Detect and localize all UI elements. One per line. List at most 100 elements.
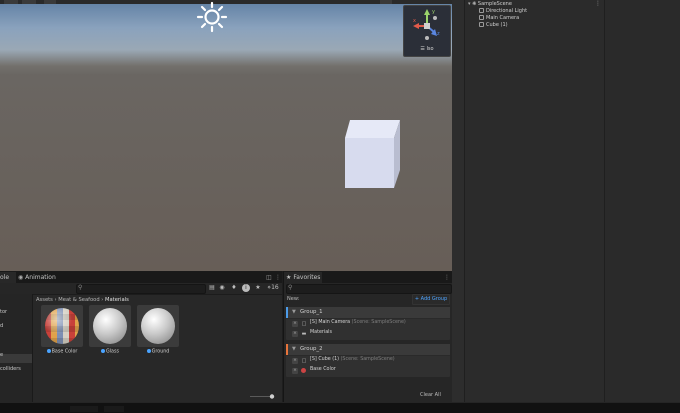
filter-label-icon[interactable]: ♦ [230, 284, 238, 292]
folder-icon: ▬ [301, 331, 307, 337]
kebab-menu-icon[interactable]: ⋮ [444, 272, 450, 283]
remove-icon[interactable]: × [292, 358, 298, 364]
gameobject-icon [479, 8, 484, 13]
scene-view[interactable]: x y z ☰ Iso [0, 0, 452, 271]
directional-light-sun-icon[interactable] [190, 0, 234, 38]
star-icon: ★ [286, 274, 292, 281]
axis-gizmo-icon[interactable]: x y z [410, 8, 444, 44]
breadcrumb-current[interactable]: Materials [105, 297, 129, 303]
hierarchy-panel: ▾ ❋ SampleScene Directional Light Main C… [465, 0, 605, 402]
hidden-packages-count[interactable]: ⋄16 [265, 284, 281, 292]
gameobject-icon: □ [301, 358, 307, 364]
remove-icon[interactable]: × [292, 331, 298, 337]
favorite-item[interactable]: × ▬ Materials [286, 329, 450, 339]
material-icon [301, 368, 306, 373]
folder-tree-item[interactable]: colliders [0, 365, 21, 374]
folder-tree-item[interactable]: e [0, 351, 3, 360]
sphere-icon [93, 308, 127, 344]
chevron-down-icon: ▼ [292, 346, 296, 352]
asset-tile-base-color[interactable]: Base Color [41, 305, 83, 363]
favorite-item[interactable]: × Base Color [286, 366, 450, 376]
chevron-down-icon: ▾ [468, 1, 471, 7]
hierarchy-menu-icon[interactable]: ⋮ [595, 0, 601, 7]
animation-icon: ◉ [18, 274, 24, 281]
favorites-group-2: ▼ Group_2 × □ [S] Cube (1) (Scene: Sampl… [286, 344, 450, 377]
status-bar-item [70, 406, 98, 412]
material-icon [146, 349, 151, 353]
inspector-area [604, 0, 680, 402]
group-color-bar [286, 307, 288, 318]
favorites-tab-bar: ★ Favorites ⋮ [284, 272, 453, 283]
kebab-menu-icon[interactable]: ⋮ [275, 272, 281, 283]
project-toolbar: ⚲ ▤ ◉ ♦ i ★ ⋄16 [0, 283, 282, 295]
add-group-button[interactable]: + Add Group [412, 294, 450, 305]
project-panel: ole ◉ Animation ◫ ⋮ ⚲ ▤ ◉ ♦ i ★ ⋄16 tor … [0, 271, 282, 403]
svg-text:x: x [413, 18, 416, 24]
gameobject-icon [479, 15, 484, 20]
cube-object[interactable] [340, 116, 404, 190]
breadcrumb: Assets › Meat & Seafood › Materials [36, 296, 129, 305]
hierarchy-scene-row[interactable]: ▾ ❋ SampleScene [468, 1, 512, 8]
thumbnail-size-slider[interactable] [250, 394, 276, 399]
asset-thumbnail [137, 305, 179, 347]
search-icon: ⚲ [78, 284, 83, 291]
folder-tree-selection [0, 354, 32, 363]
hierarchy-item[interactable]: Directional Light [479, 8, 527, 15]
svg-text:z: z [437, 31, 440, 37]
tab-animation-label: Animation [25, 274, 56, 281]
new-label: New: [287, 296, 300, 302]
asset-thumbnail [41, 305, 83, 347]
favorites-search-input[interactable]: ⚲ [286, 284, 452, 294]
tab-favorites[interactable]: ★ Favorites [284, 272, 322, 283]
group-title: Group_2 [300, 346, 323, 352]
search-icon: ⚲ [288, 284, 293, 291]
chevron-down-icon: ▼ [292, 309, 296, 315]
asset-label: Base Color [41, 349, 83, 355]
project-search-input[interactable]: ⚲ [76, 284, 206, 294]
status-bar [0, 402, 680, 413]
favorites-group-1: ▼ Group_1 × □ [S] Main Camera (Scene: Sa… [286, 307, 450, 340]
sphere-icon [141, 308, 175, 344]
gameobject-icon: □ [301, 321, 307, 327]
create-icon[interactable]: ▤ [208, 284, 216, 292]
tab-project[interactable]: ole [0, 272, 16, 283]
remove-icon[interactable]: × [292, 321, 298, 327]
unity-scene-icon: ❋ [472, 1, 477, 7]
asset-label: Glass [89, 349, 131, 355]
breadcrumb-folder[interactable]: Meat & Seafood [58, 297, 99, 303]
filter-type-icon[interactable]: ◉ [218, 284, 226, 292]
asset-tile-ground[interactable]: Ground [137, 305, 179, 363]
material-icon [101, 349, 105, 353]
remove-icon[interactable]: × [292, 368, 298, 374]
clear-all-button[interactable]: Clear All [420, 392, 441, 398]
hierarchy-item[interactable]: Main Camera [479, 15, 519, 22]
folder-tree-item[interactable]: d [0, 322, 3, 331]
orientation-gizmo[interactable]: x y z ☰ Iso [403, 5, 451, 57]
project-folder-tree: tor d e colliders [0, 294, 33, 403]
group-header[interactable]: ▼ Group_2 [286, 344, 450, 356]
projection-label[interactable]: ☰ Iso [404, 46, 450, 52]
material-icon [46, 349, 51, 353]
favorites-panel: ★ Favorites ⋮ ⚲ New: + Add Group ▼ Group… [283, 271, 453, 403]
lock-icon[interactable]: ◫ [266, 272, 272, 283]
group-header[interactable]: ▼ Group_1 [286, 307, 450, 319]
breadcrumb-assets[interactable]: Assets [36, 297, 53, 303]
group-color-bar [286, 344, 288, 355]
tab-animation[interactable]: ◉ Animation [18, 272, 58, 283]
gameobject-icon [479, 22, 484, 27]
textured-sphere-icon [45, 308, 79, 344]
project-tab-bar: ole ◉ Animation ◫ ⋮ [0, 272, 282, 283]
folder-tree-item[interactable]: tor [0, 308, 7, 317]
info-icon[interactable]: i [242, 284, 250, 292]
favorite-item[interactable]: × □ [S] Main Camera (Scene: SampleScene) [286, 319, 450, 329]
asset-thumbnail [89, 305, 131, 347]
asset-label: Ground [137, 349, 179, 355]
status-bar-item [104, 406, 124, 412]
tab-project-label: ole [0, 274, 10, 281]
svg-text:y: y [432, 9, 435, 15]
hierarchy-item[interactable]: Cube (1) [479, 22, 508, 29]
asset-tile-glass[interactable]: Glass [89, 305, 131, 363]
favorite-star-icon[interactable]: ★ [254, 284, 262, 292]
group-title: Group_1 [300, 309, 323, 315]
favorite-item[interactable]: × □ [S] Cube (1) (Scene: SampleScene) [286, 356, 450, 366]
